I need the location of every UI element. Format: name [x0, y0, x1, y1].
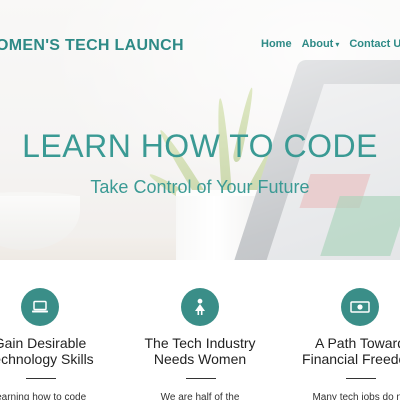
- feature-card: Gain Desirable Technology Skills learnin…: [0, 260, 120, 400]
- woman-icon: [181, 288, 219, 326]
- feature-title-line: Financial Freedom: [302, 351, 400, 367]
- feature-card: The Tech Industry Needs Women We are hal…: [120, 260, 280, 400]
- feature-title-line: Technology Skills: [0, 351, 94, 367]
- nav-about[interactable]: About ▾: [302, 38, 340, 50]
- features-section: Gain Desirable Technology Skills learnin…: [0, 260, 400, 400]
- nav-home[interactable]: Home: [261, 38, 292, 50]
- feature-title-line: A Path Toward: [314, 335, 400, 351]
- feature-body: We are half of the: [160, 392, 240, 400]
- hero-section: OMEN'S TECH LAUNCH Home About ▾ Contact U…: [0, 0, 400, 260]
- laptop-icon: [21, 288, 59, 326]
- money-icon: [341, 288, 379, 326]
- hero-tagline: Take Control of Your Future: [90, 177, 310, 197]
- feature-title: The Tech Industry Needs Women: [120, 335, 280, 367]
- feature-title-line: Gain Desirable: [0, 335, 87, 351]
- feature-card: A Path Toward Financial Freedom Many tec…: [280, 260, 400, 400]
- feature-title-line: The Tech Industry: [144, 335, 256, 351]
- feature-divider: [26, 378, 56, 379]
- site-title[interactable]: OMEN'S TECH LAUNCH: [0, 37, 184, 55]
- feature-divider: [186, 378, 216, 379]
- main-nav: Home About▾ Contact Us: [261, 38, 400, 50]
- hero-headline: LEARN HOW TO CODE: [22, 128, 378, 164]
- feature-body: Many tech jobs do no: [312, 392, 400, 400]
- chevron-down-icon: ▾: [335, 40, 340, 49]
- feature-title: A Path Toward Financial Freedom: [280, 335, 400, 367]
- feature-body: learning how to code: [0, 392, 87, 400]
- feature-title-line: Needs Women: [153, 351, 247, 367]
- nav-contact[interactable]: Contact Us: [349, 38, 400, 50]
- nav-about-label: About: [301, 38, 334, 50]
- feature-title: Gain Desirable Technology Skills: [0, 335, 120, 367]
- feature-divider: [346, 378, 376, 379]
